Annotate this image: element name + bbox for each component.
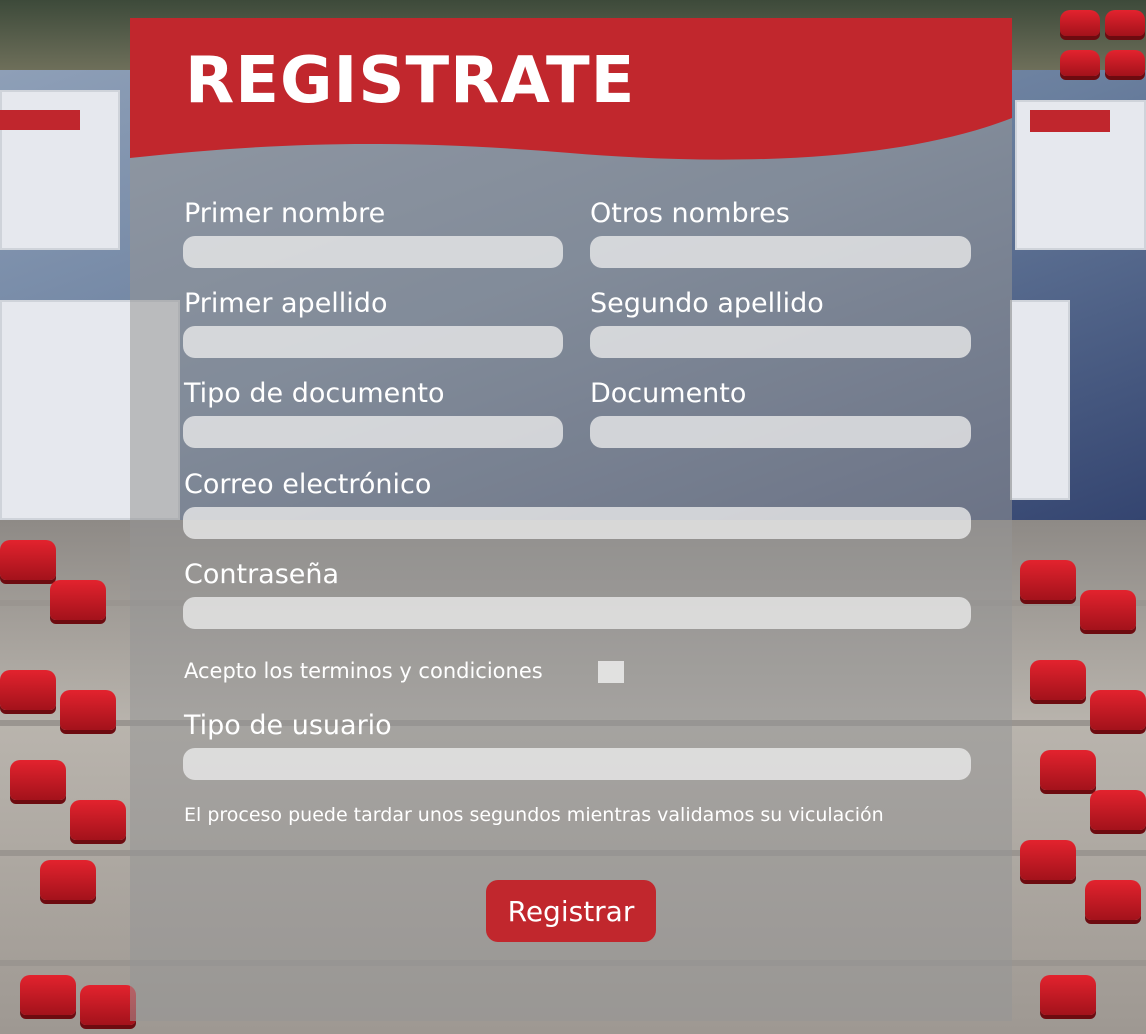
tipo-documento-label: Tipo de documento <box>184 378 445 409</box>
password-field[interactable] <box>183 597 971 629</box>
tipo-documento-input[interactable] <box>183 416 563 448</box>
primer-apellido-label: Primer apellido <box>184 288 388 319</box>
correo-label: Correo electrónico <box>184 469 432 500</box>
tipo-usuario-label: Tipo de usuario <box>184 710 392 741</box>
primer-nombre-label: Primer nombre <box>184 198 386 229</box>
documento-label: Documento <box>590 378 747 409</box>
email-field[interactable] <box>183 507 971 539</box>
contrasena-label: Contraseña <box>184 559 340 590</box>
documento-input[interactable] <box>590 416 971 448</box>
segundo-apellido-label: Segundo apellido <box>590 288 824 319</box>
registration-panel: REGISTRATE Primer nombre Otros nombres P… <box>130 18 1012 1021</box>
tipo-usuario-select[interactable] <box>183 748 971 780</box>
page-title: REGISTRATE <box>185 44 636 118</box>
terms-label: Acepto los terminos y condiciones <box>184 659 543 683</box>
register-button[interactable]: Registrar <box>486 880 656 942</box>
primer-nombre-input[interactable] <box>183 236 563 268</box>
otros-nombres-input[interactable] <box>590 236 971 268</box>
terms-checkbox[interactable] <box>598 661 624 683</box>
segundo-apellido-input[interactable] <box>590 326 971 358</box>
primer-apellido-input[interactable] <box>183 326 563 358</box>
processing-note: El proceso puede tardar unos segundos mi… <box>184 804 884 826</box>
otros-nombres-label: Otros nombres <box>590 198 790 229</box>
panel-header: REGISTRATE <box>130 18 1012 168</box>
